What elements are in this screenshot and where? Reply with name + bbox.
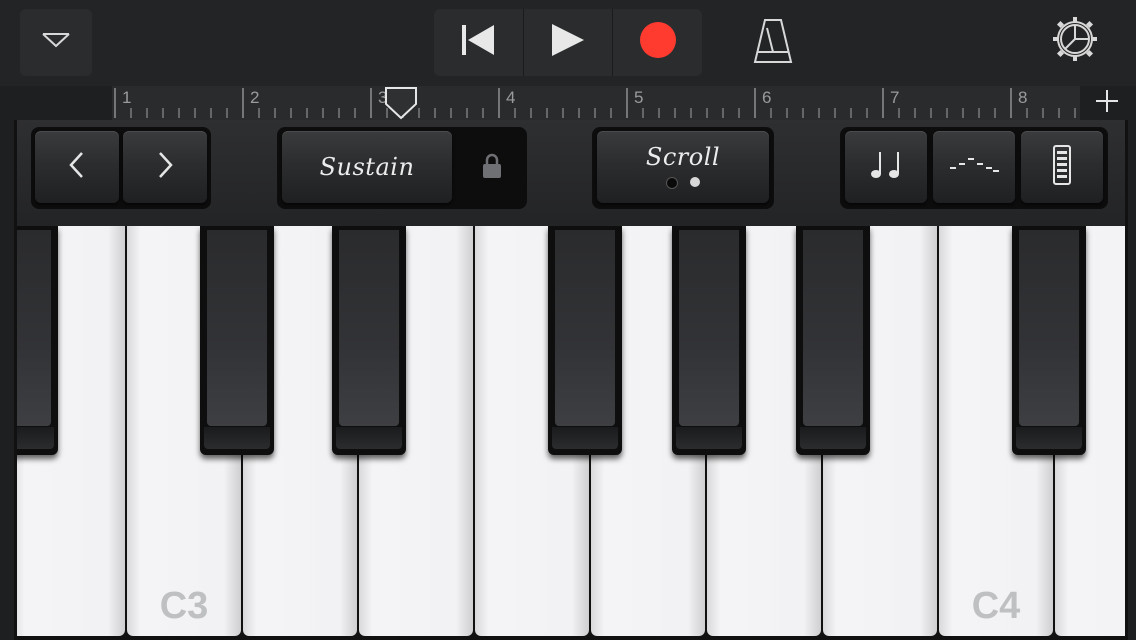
octave-down-button[interactable] <box>35 131 119 203</box>
black-key[interactable] <box>17 226 58 455</box>
bar-label-2: 2 <box>250 88 260 107</box>
scroll-button[interactable]: Scroll <box>597 131 769 203</box>
go-to-beginning-icon <box>460 22 496 63</box>
playhead-marker[interactable] <box>384 86 418 120</box>
chevron-left-icon <box>67 150 87 185</box>
bar-label-5: 5 <box>634 88 644 107</box>
plus-icon <box>1094 88 1120 119</box>
glissando-button[interactable] <box>845 131 927 203</box>
lock-icon <box>482 153 502 184</box>
transport-controls <box>434 9 702 76</box>
bar-label-8: 8 <box>1018 88 1028 107</box>
bar-label-6: 6 <box>762 88 772 107</box>
piano-keyboard: C3 C4 <box>14 226 1128 640</box>
play-button[interactable] <box>524 9 614 76</box>
arpeggio-icon <box>949 155 999 180</box>
black-key[interactable] <box>200 226 274 455</box>
go-to-beginning-button[interactable] <box>434 9 524 76</box>
record-icon <box>639 21 677 64</box>
velocity-button[interactable] <box>1021 131 1103 203</box>
scroll-dot-off <box>666 177 678 189</box>
top-toolbar <box>0 0 1136 86</box>
sustain-label: Sustain <box>319 153 415 181</box>
octave-up-button[interactable] <box>123 131 207 203</box>
scroll-mode-indicator <box>597 177 769 189</box>
keyboard-controls: Sustain Scroll <box>14 120 1128 226</box>
settings-button[interactable] <box>1050 16 1100 66</box>
metronome-icon <box>753 18 793 69</box>
sustain-lock-button[interactable] <box>472 150 512 186</box>
key-label-c4: C4 <box>971 585 1021 627</box>
black-key[interactable] <box>548 226 622 455</box>
browser-menu-button[interactable] <box>20 9 92 76</box>
black-key[interactable] <box>796 226 870 455</box>
metronome-button[interactable] <box>748 18 798 68</box>
record-button[interactable] <box>613 9 702 76</box>
black-key[interactable] <box>332 226 406 455</box>
scroll-dot-on <box>690 177 700 187</box>
gear-icon <box>1051 15 1099 68</box>
bar-label-7: 7 <box>890 88 900 107</box>
timeline-ruler[interactable]: 1 2 3 4 5 6 7 8 <box>112 86 1080 120</box>
play-icon <box>549 21 587 64</box>
music-notes-icon <box>869 150 903 185</box>
velocity-meter-icon <box>1053 144 1071 190</box>
sustain-button[interactable]: Sustain <box>282 131 452 203</box>
chevron-right-icon <box>155 150 175 185</box>
black-key[interactable] <box>1012 226 1086 455</box>
chevron-down-icon <box>40 30 72 55</box>
bar-label-4: 4 <box>506 88 516 107</box>
black-key[interactable] <box>672 226 746 455</box>
arpeggiator-button[interactable] <box>933 131 1015 203</box>
key-label-c3: C3 <box>159 585 209 627</box>
add-section-button[interactable] <box>1092 88 1122 118</box>
scroll-label: Scroll <box>645 143 721 171</box>
bar-label-1: 1 <box>122 88 132 107</box>
